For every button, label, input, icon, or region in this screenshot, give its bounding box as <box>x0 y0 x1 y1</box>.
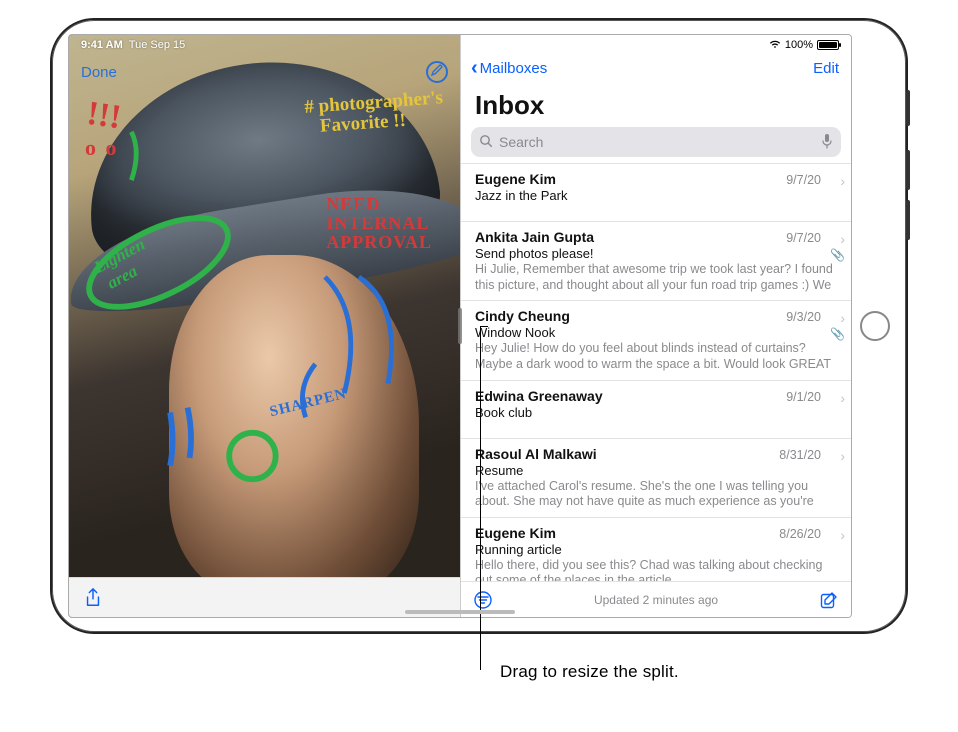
markup-exclaims: !!! <box>85 95 124 137</box>
split-handle-icon <box>458 308 462 344</box>
photo-canvas[interactable]: !!! o o # photographer's Favorite !! NEE… <box>69 35 460 577</box>
home-button-hardware[interactable] <box>860 311 890 341</box>
mailboxes-back-button[interactable]: ‹ Mailboxes <box>471 57 547 80</box>
mail-date: 8/26/20 <box>779 527 833 541</box>
search-input[interactable]: Search <box>471 127 841 157</box>
mail-row[interactable]: Edwina Greenaway 9/1/20 › Book club <box>461 381 851 439</box>
mail-subject: Jazz in the Park <box>475 188 833 203</box>
lock-button-hardware <box>906 90 910 126</box>
mail-sender: Edwina Greenaway <box>475 388 603 404</box>
chevron-right-icon: › <box>840 173 845 189</box>
status-time: 9:41 AM <box>81 39 123 51</box>
status-date: Tue Sep 15 <box>129 39 185 51</box>
chevron-left-icon: ‹ <box>471 57 478 80</box>
mail-bottom-bar: Updated 2 minutes ago <box>461 581 851 617</box>
mail-preview: Hello there, did you see this? Chad was … <box>475 558 833 581</box>
battery-percent: 100% <box>785 39 813 51</box>
mail-row[interactable]: Cindy Cheung 9/3/20 ›📎Window NookHey Julie… <box>461 301 851 380</box>
mail-date: 8/31/20 <box>779 448 833 462</box>
mail-row[interactable]: Eugene Kim 9/7/20 › Jazz in the Park <box>461 164 851 222</box>
mail-subject: Running article <box>475 542 833 557</box>
mail-sender: Eugene Kim <box>475 525 556 541</box>
chevron-right-icon: › <box>840 390 845 406</box>
filter-button[interactable] <box>473 590 493 610</box>
search-icon <box>479 134 493 151</box>
battery-icon <box>817 40 839 50</box>
mail-sender: Rasoul Al Malkawi <box>475 446 597 462</box>
mail-subject: Window Nook <box>475 325 833 340</box>
status-bar: 9:41 AM Tue Sep 15 100% <box>69 35 851 55</box>
mail-sender: Cindy Cheung <box>475 308 570 324</box>
mail-sender: Eugene Kim <box>475 171 556 187</box>
home-indicator[interactable] <box>405 610 515 614</box>
split-divider[interactable] <box>457 35 463 617</box>
mail-row[interactable]: Rasoul Al Malkawi 8/31/20 › ResumeI've atta… <box>461 439 851 518</box>
mail-date: 9/1/20 <box>786 390 833 404</box>
ipad-frame: 9:41 AM Tue Sep 15 100% Done <box>50 18 908 634</box>
mail-sender: Ankita Jain Gupta <box>475 229 594 245</box>
markup-button[interactable] <box>426 61 448 83</box>
callout-text: Drag to resize the split. <box>500 662 679 682</box>
right-app-mail: ‹ Mailboxes Edit Inbox Search Eugene Kim… <box>460 35 851 617</box>
attachment-icon: 📎 <box>830 248 845 262</box>
share-button[interactable] <box>83 588 103 608</box>
chevron-right-icon: › <box>840 231 845 247</box>
status-bar-right: 100% <box>769 39 839 51</box>
callout-leader-line <box>480 326 481 670</box>
search-placeholder: Search <box>499 134 543 150</box>
wifi-icon <box>769 40 781 50</box>
attachment-icon: 📎 <box>830 327 845 341</box>
volume-buttons-hardware <box>906 150 910 240</box>
dictation-button[interactable] <box>821 133 833 152</box>
markup-icon <box>431 63 443 81</box>
mail-list[interactable]: Eugene Kim 9/7/20 › Jazz in the Park Ankita … <box>461 163 851 581</box>
mail-preview: Hi Julie, Remember that awesome trip we … <box>475 262 833 293</box>
left-app-photos-markup: Done !!! o o # photographer's Favorite !… <box>69 35 460 617</box>
mail-date: 9/3/20 <box>786 310 833 324</box>
mail-date: 9/7/20 <box>786 173 833 187</box>
mail-preview: I've attached Carol's resume. She's the … <box>475 479 833 510</box>
status-bar-left: 9:41 AM Tue Sep 15 <box>81 39 185 51</box>
done-button[interactable]: Done <box>81 64 117 81</box>
mail-date: 9/7/20 <box>786 231 833 245</box>
compose-button[interactable] <box>819 590 839 610</box>
mail-row[interactable]: Ankita Jain Gupta 9/7/20 ›📎Send photos ple… <box>461 222 851 301</box>
chevron-right-icon: › <box>840 448 845 464</box>
updated-status: Updated 2 minutes ago <box>594 593 718 607</box>
mail-subject: Book club <box>475 405 833 420</box>
chevron-right-icon: › <box>840 527 845 543</box>
chevron-right-icon: › <box>840 310 845 326</box>
ipad-screen: 9:41 AM Tue Sep 15 100% Done <box>68 34 852 618</box>
left-app-top-bar: Done <box>69 53 460 91</box>
left-app-bottom-bar <box>69 577 460 617</box>
inbox-title: Inbox <box>461 84 851 127</box>
mail-preview: Hey Julie! How do you feel about blinds … <box>475 341 833 372</box>
mailboxes-label: Mailboxes <box>480 60 548 77</box>
mail-subject: Send photos please! <box>475 246 833 261</box>
subject-figure <box>169 255 419 577</box>
mail-row[interactable]: Eugene Kim 8/26/20 › Running articleHello t… <box>461 518 851 581</box>
edit-button[interactable]: Edit <box>813 60 839 77</box>
mail-subject: Resume <box>475 463 833 478</box>
